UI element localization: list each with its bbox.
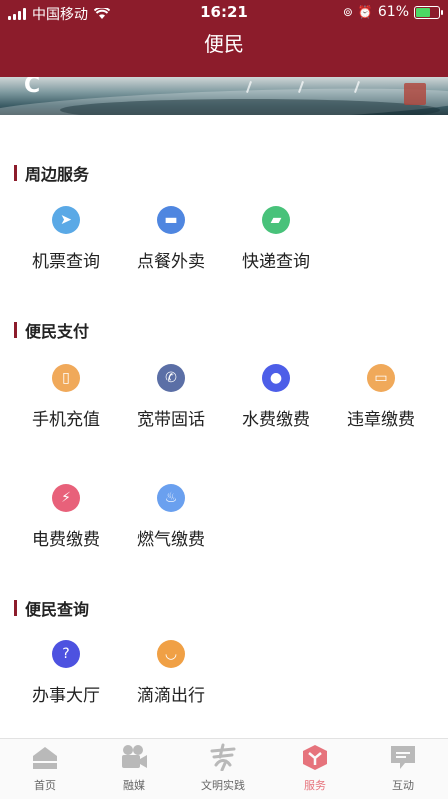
section-title: 周边服务 [14, 161, 89, 185]
bottom-tab-bar: 首页 融媒 文明实践 服务 互动 [0, 738, 448, 799]
battery-icon [414, 5, 443, 19]
tab-service[interactable]: 服务 [270, 743, 360, 793]
section-title-text: 周边服务 [25, 165, 90, 184]
service-label: 手机充值 [32, 410, 100, 430]
service-item-lightning[interactable]: ⚡ 电费缴费 [14, 484, 118, 550]
telephone-icon: ✆ [157, 364, 185, 392]
orientation-lock-icon: ⊚ [342, 5, 353, 19]
service-label: 宽带固话 [137, 410, 205, 430]
chat-icon [388, 743, 418, 771]
service-item-water[interactable]: ● 水费缴费 [224, 364, 328, 430]
tab-media[interactable]: 融媒 [89, 743, 179, 793]
home-icon [30, 743, 60, 771]
service-label: 电费缴费 [32, 530, 100, 550]
service-label: 点餐外卖 [137, 252, 205, 272]
service-label: 快递查询 [242, 252, 310, 272]
service-label: 违章缴费 [347, 410, 415, 430]
alarm-icon: ⏰ [357, 5, 373, 19]
didi-icon: ◡ [157, 640, 185, 668]
section-marker [14, 165, 17, 181]
car-icon: ▭ [367, 364, 395, 392]
service-label: 燃气缴费 [137, 530, 205, 550]
banner-image[interactable]: C [0, 77, 448, 115]
service-item-didi[interactable]: ◡ 滴滴出行 [119, 640, 223, 706]
flame-icon: ♨ [157, 484, 185, 512]
service-item-food[interactable]: ▬ 点餐外卖 [119, 206, 223, 272]
lightning-icon: ⚡ [52, 484, 80, 512]
service-label: 机票查询 [32, 252, 100, 272]
section-marker [14, 322, 17, 338]
service-item-phone[interactable]: ▯ 手机充值 [14, 364, 118, 430]
service-item-telephone[interactable]: ✆ 宽带固话 [119, 364, 223, 430]
civilization-icon [208, 743, 238, 772]
camera-icon [119, 743, 149, 771]
tab-label: 首页 [34, 779, 56, 792]
service-icon [300, 743, 330, 771]
tab-label: 融媒 [123, 779, 145, 792]
service-label: 水费缴费 [242, 410, 310, 430]
tab-home[interactable]: 首页 [0, 743, 90, 793]
plane-icon: ➤ [52, 206, 80, 234]
tab-label: 服务 [304, 779, 326, 792]
question-icon: ? [52, 640, 80, 668]
status-bar: 中国移动 16:21 ⊚ ⏰ 61% [0, 0, 448, 24]
service-label: 办事大厅 [32, 686, 100, 706]
truck-icon: ▰ [262, 206, 290, 234]
water-icon: ● [262, 364, 290, 392]
section-title: 便民查询 [14, 596, 89, 620]
service-item-plane[interactable]: ➤ 机票查询 [14, 206, 118, 272]
seal-stamp [404, 83, 426, 105]
tab-interact[interactable]: 互动 [358, 743, 448, 793]
page-title: 便民 [204, 32, 244, 56]
section-title-text: 便民查询 [25, 600, 90, 619]
service-item-car[interactable]: ▭ 违章缴费 [329, 364, 433, 430]
banner-letter: C [24, 77, 41, 98]
section-title-text: 便民支付 [25, 322, 90, 341]
service-item-flame[interactable]: ♨ 燃气缴费 [119, 484, 223, 550]
battery-percent: 61% [377, 4, 409, 20]
section-marker [14, 600, 17, 616]
service-item-question[interactable]: ? 办事大厅 [14, 640, 118, 706]
section-title: 便民支付 [14, 318, 89, 342]
tab-label: 文明实践 [201, 779, 245, 792]
service-item-truck[interactable]: ▰ 快递查询 [224, 206, 328, 272]
tab-civilization[interactable]: 文明实践 [178, 743, 268, 793]
phone-icon: ▯ [52, 364, 80, 392]
tab-label: 互动 [392, 779, 414, 792]
service-label: 滴滴出行 [137, 686, 205, 706]
top-bar: 中国移动 16:21 ⊚ ⏰ 61% 便民 [0, 0, 448, 77]
food-icon: ▬ [157, 206, 185, 234]
